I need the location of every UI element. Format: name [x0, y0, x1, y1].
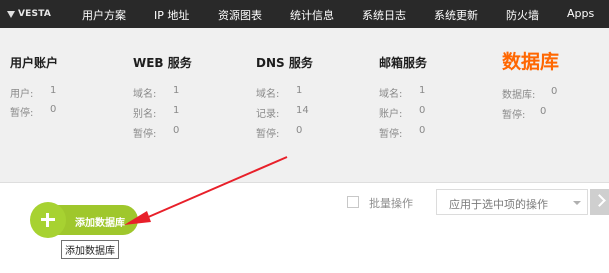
nav-item-ip[interactable]: IP 地址 [154, 7, 189, 23]
top-nav: VESTA 用户方案 IP 地址 资源图表 统计信息 系统日志 系统更新 防火墙… [0, 0, 609, 28]
stats-title: WEB 服务 [133, 56, 192, 70]
vesta-logo-icon [7, 10, 15, 19]
stats-row: 域名: 1 [379, 85, 426, 100]
stats-title: 邮箱服务 [379, 56, 428, 70]
stats-row: 暂停: 0 [10, 104, 57, 119]
nav-item-graphs[interactable]: 资源图表 [218, 7, 262, 23]
stats-row: 暂停: 0 [256, 125, 303, 140]
logo-text: VESTA [18, 9, 52, 19]
nav-item-statistics[interactable]: 统计信息 [290, 7, 334, 23]
select-all-checkbox[interactable] [347, 196, 359, 208]
nav-item-log[interactable]: 系统日志 [362, 7, 406, 23]
stats-row: 数据库: 0 [502, 86, 558, 101]
nav-item-updates[interactable]: 系统更新 [434, 7, 478, 23]
stats-title-active: 数据库 [502, 51, 560, 73]
stats-panel: 用户账户 用户: 1 暂停: 0 WEB 服务 域名: 1 别名: 1 暂停: 0 DNS… [0, 28, 609, 183]
stats-row: 暂停: 0 [379, 125, 426, 140]
batch-action-select[interactable]: 应用于选中项的操作 [436, 189, 588, 215]
stats-row: 记录: 14 [256, 105, 309, 120]
stats-row: 暂停: 0 [133, 125, 180, 140]
logo[interactable]: VESTA [0, 0, 64, 28]
stats-row: 别名: 1 [133, 105, 180, 120]
chevron-down-icon [573, 201, 581, 205]
stats-row: 域名: 1 [133, 85, 180, 100]
stats-title: DNS 服务 [256, 56, 313, 70]
nav-item-apps[interactable]: Apps [567, 7, 594, 20]
nav-item-firewall[interactable]: 防火墙 [506, 7, 539, 23]
stats-title: 用户账户 [10, 56, 59, 70]
nav-item-packages[interactable]: 用户方案 [82, 7, 126, 23]
add-database-button[interactable]: 添加数据库 [30, 202, 138, 238]
apply-button[interactable] [590, 189, 609, 215]
select-value: 应用于选中项的操作 [449, 198, 548, 211]
stats-row: 域名: 1 [256, 85, 303, 100]
vesta-panel: VESTA 用户方案 IP 地址 资源图表 统计信息 系统日志 系统更新 防火墙… [0, 0, 609, 273]
stats-row: 暂停: 0 [502, 106, 547, 121]
stats-row: 用户: 1 [10, 85, 57, 100]
stats-row: 账户: 0 [379, 105, 426, 120]
plus-icon [30, 202, 66, 238]
batch-label[interactable]: 批量操作 [369, 195, 413, 211]
tooltip: 添加数据库 [61, 240, 119, 259]
add-database-label: 添加数据库 [75, 218, 125, 229]
